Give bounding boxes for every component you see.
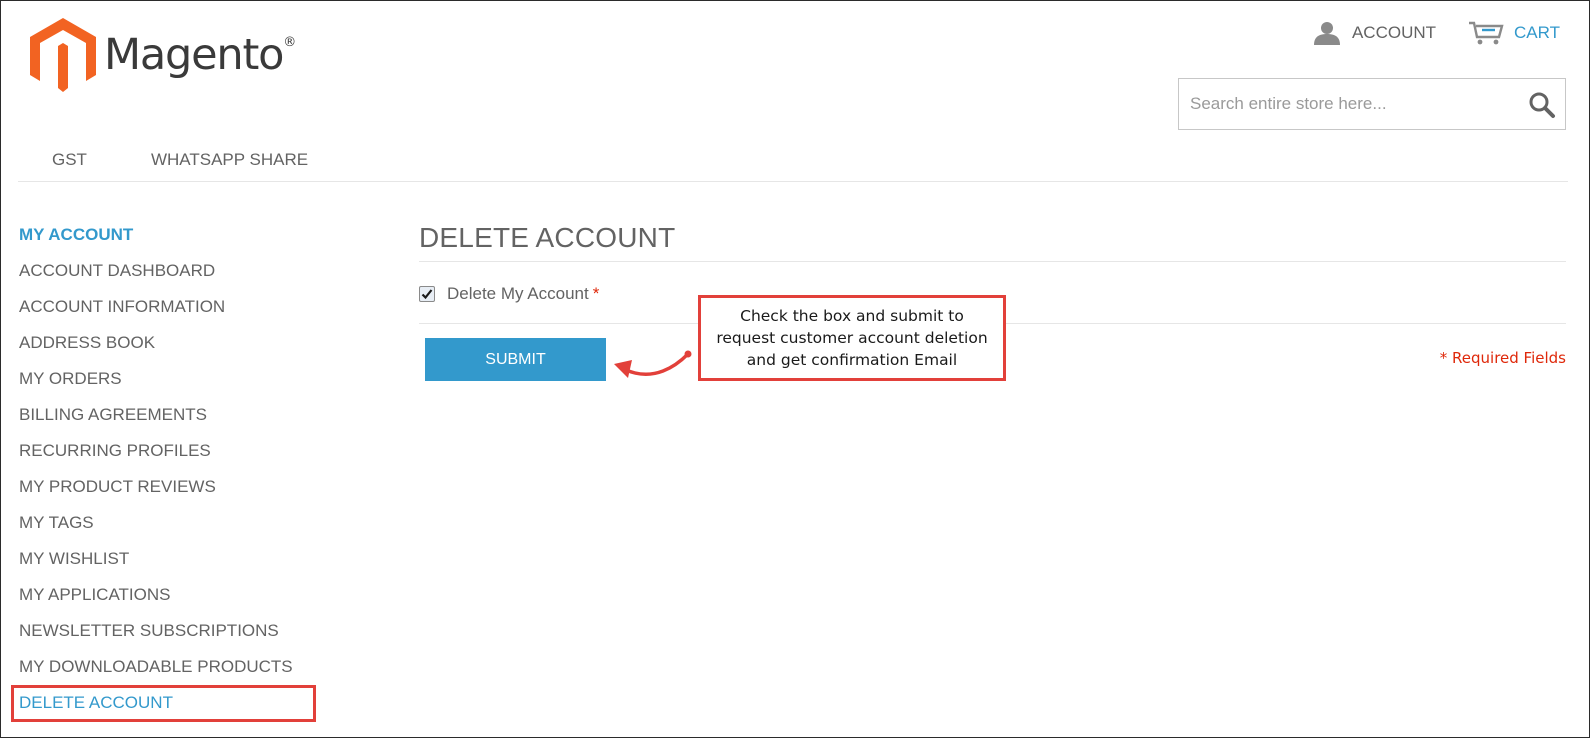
main-nav: GST WHATSAPP SHARE — [52, 150, 308, 170]
sidebar-item-my-wishlist[interactable]: MY WISHLIST — [19, 547, 293, 583]
title-divider — [419, 261, 1566, 262]
annotation-line-1: Check the box and submit to — [740, 307, 964, 325]
sidebar-item-account-dashboard[interactable]: ACCOUNT DASHBOARD — [19, 259, 293, 295]
search-input[interactable] — [1179, 79, 1509, 129]
sidebar-item-billing-agreements[interactable]: BILLING AGREEMENTS — [19, 403, 293, 439]
nav-divider — [18, 181, 1568, 182]
logo-text: Magento® — [104, 29, 296, 80]
annotation-line-3: and get confirmation Email — [746, 351, 958, 369]
sidebar-item-my-applications[interactable]: MY APPLICATIONS — [19, 583, 293, 619]
nav-item-whatsapp-share[interactable]: WHATSAPP SHARE — [151, 150, 308, 170]
sidebar-item-address-book[interactable]: ADDRESS BOOK — [19, 331, 293, 367]
magento-logo[interactable]: Magento® — [30, 18, 296, 92]
sidebar-title: MY ACCOUNT — [19, 225, 134, 244]
user-icon — [1313, 22, 1340, 45]
account-link[interactable]: ACCOUNT — [1312, 21, 1436, 45]
annotation-callout: Check the box and submit to request cust… — [698, 295, 1006, 381]
sidebar-item-newsletter-subscriptions[interactable]: NEWSLETTER SUBSCRIPTIONS — [19, 619, 293, 655]
submit-button[interactable]: SUBMIT — [425, 338, 606, 381]
delete-account-label: Delete My Account * — [447, 284, 600, 303]
cart-link[interactable]: CART — [1468, 20, 1560, 46]
delete-account-checkbox[interactable] — [419, 286, 435, 302]
delete-account-highlight — [11, 685, 316, 722]
annotation-line-2: request customer account deletion — [716, 329, 988, 347]
page-title: DELETE ACCOUNT — [419, 222, 676, 253]
search-button[interactable] — [1527, 90, 1557, 120]
delete-account-field: Delete My Account * — [419, 284, 599, 304]
required-fields-note: * Required Fields — [1439, 349, 1566, 367]
cart-icon — [1469, 21, 1504, 45]
nav-item-gst[interactable]: GST — [52, 150, 87, 170]
magento-logo-icon — [30, 18, 96, 92]
sidebar-item-my-tags[interactable]: MY TAGS — [19, 511, 293, 547]
search-box — [1178, 78, 1566, 130]
top-links: ACCOUNT CART — [1312, 20, 1560, 46]
sidebar-item-my-product-reviews[interactable]: MY PRODUCT REVIEWS — [19, 475, 293, 511]
annotation-arrow-icon — [614, 350, 692, 378]
checkmark-icon — [421, 289, 433, 300]
required-star: * — [592, 284, 600, 303]
sidebar-item-recurring-profiles[interactable]: RECURRING PROFILES — [19, 439, 293, 475]
sidebar-item-account-information[interactable]: ACCOUNT INFORMATION — [19, 295, 293, 331]
account-link-label: ACCOUNT — [1351, 23, 1437, 42]
cart-link-label: CART — [1514, 23, 1560, 42]
search-icon — [1529, 92, 1555, 118]
sidebar-item-my-orders[interactable]: MY ORDERS — [19, 367, 293, 403]
account-sidebar: MY ACCOUNT ACCOUNT DASHBOARD ACCOUNT INF… — [19, 223, 293, 727]
